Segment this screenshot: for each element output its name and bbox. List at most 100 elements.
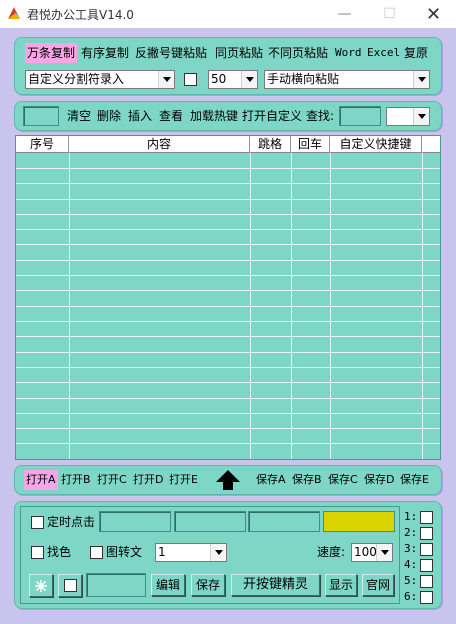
slot-2-label: 2:	[404, 526, 418, 539]
column-tab[interactable]: 跳格	[250, 136, 291, 153]
insert-button[interactable]: 插入	[128, 106, 152, 126]
table-column-line	[250, 153, 251, 459]
ordered-copy-button[interactable]: 有序复制	[81, 43, 129, 63]
edit-button[interactable]: 编辑	[151, 574, 185, 596]
toggle-box-button[interactable]	[58, 574, 82, 597]
save-button[interactable]: 保存	[191, 574, 225, 596]
chevron-down-icon	[413, 71, 429, 88]
slot-1-checkbox[interactable]	[420, 511, 433, 524]
table-row-line	[16, 275, 440, 276]
count-select[interactable]: 50	[208, 70, 258, 89]
view-button[interactable]: 查看	[159, 106, 183, 126]
open-a-button[interactable]: 打开A	[24, 470, 58, 490]
snowflake-icon	[35, 580, 47, 592]
show-button[interactable]: 显示	[325, 574, 357, 596]
count-value: 50	[211, 72, 227, 86]
excel-button[interactable]: Excel	[367, 43, 400, 63]
slot-6-label: 6:	[404, 590, 418, 603]
speed-select[interactable]: 100	[351, 543, 393, 562]
slot-5-label: 5:	[404, 574, 418, 587]
paste-mode-select[interactable]: 手动横向粘贴	[264, 70, 430, 89]
column-enter[interactable]: 回车	[291, 136, 330, 153]
delete-button[interactable]: 删除	[97, 106, 121, 126]
open-b-button[interactable]: 打开B	[61, 470, 91, 490]
bulk-copy-button[interactable]: 万条复制	[25, 43, 78, 63]
chevron-down-icon	[241, 71, 257, 88]
pick-color-label: 找色	[47, 545, 72, 559]
search-input[interactable]	[339, 106, 381, 126]
open-c-button[interactable]: 打开C	[97, 470, 127, 490]
column-index[interactable]: 序号	[16, 136, 69, 153]
timer-label: 定时点击	[47, 515, 96, 529]
website-button[interactable]: 官网	[362, 574, 394, 596]
key-input[interactable]	[86, 573, 146, 597]
column-hotkey[interactable]: 自定义快捷键	[330, 136, 422, 153]
image-to-text-checkbox[interactable]	[90, 546, 103, 559]
slot-2-checkbox[interactable]	[420, 527, 433, 540]
pick-color-checkbox[interactable]	[31, 546, 44, 559]
same-page-paste-button[interactable]: 同页粘贴	[215, 43, 263, 63]
split-mode-value: 自定义分割符录入	[28, 72, 125, 86]
restore-button[interactable]: 复原	[404, 43, 428, 63]
table-row-line	[16, 321, 440, 322]
timer-field-3[interactable]	[248, 511, 320, 532]
chevron-down-icon	[413, 108, 429, 125]
table-row-line	[16, 382, 440, 383]
save-d-button[interactable]: 保存D	[364, 470, 394, 490]
backtick-paste-button[interactable]: 反撇号键粘贴	[135, 43, 207, 63]
color-swatch	[323, 511, 395, 532]
table-row-line	[16, 443, 440, 444]
speed-value: 100	[354, 545, 377, 559]
mode-select[interactable]: 1	[155, 543, 227, 562]
save-c-button[interactable]: 保存C	[328, 470, 358, 490]
split-mode-select[interactable]: 自定义分割符录入	[25, 70, 175, 89]
window-title: 君悦办公工具V14.0	[27, 8, 134, 22]
save-a-button[interactable]: 保存A	[256, 470, 286, 490]
timer-field-1[interactable]	[99, 511, 171, 532]
snowflake-button[interactable]	[29, 574, 53, 597]
speed-label: 速度:	[317, 545, 346, 559]
maximize-button[interactable]: ☐	[367, 0, 412, 28]
slot-4-checkbox[interactable]	[420, 559, 433, 572]
cross-page-paste-button[interactable]: 不同页粘贴	[268, 43, 328, 63]
table-row-line	[16, 428, 440, 429]
table-row-line	[16, 367, 440, 368]
save-e-button[interactable]: 保存E	[400, 470, 429, 490]
status-box	[23, 106, 59, 126]
save-b-button[interactable]: 保存B	[292, 470, 322, 490]
content-table[interactable]: 序号 内容 跳格 回车 自定义快捷键	[15, 135, 441, 460]
table-column-line	[330, 153, 331, 459]
clear-button[interactable]: 清空	[67, 106, 91, 126]
timer-checkbox[interactable]	[31, 516, 44, 529]
option-checkbox[interactable]	[184, 73, 197, 86]
table-row-line	[16, 352, 440, 353]
table-row-line	[16, 229, 440, 230]
load-hotkeys-button[interactable]: 加载热键	[190, 106, 238, 126]
open-wizard-button[interactable]: 开按键精灵	[231, 574, 320, 596]
arrow-up-icon[interactable]	[215, 469, 241, 491]
table-row-line	[16, 199, 440, 200]
slot-5-checkbox[interactable]	[420, 575, 433, 588]
slot-3-checkbox[interactable]	[420, 543, 433, 556]
open-e-button[interactable]: 打开E	[169, 470, 198, 490]
table-row-line	[16, 260, 440, 261]
table-row-line	[16, 413, 440, 414]
word-button[interactable]: Word	[335, 43, 362, 63]
timer-field-2[interactable]	[174, 511, 246, 532]
table-row-line	[16, 459, 440, 460]
slot-4-label: 4:	[404, 558, 418, 571]
chevron-down-icon	[210, 544, 226, 561]
slot-6-checkbox[interactable]	[420, 591, 433, 604]
table-column-line	[291, 153, 292, 459]
open-d-button[interactable]: 打开D	[133, 470, 163, 490]
column-content[interactable]: 内容	[69, 136, 250, 153]
table-row-line	[16, 336, 440, 337]
app-logo-icon	[8, 7, 20, 19]
search-label: 查找:	[306, 109, 335, 123]
search-scope-select[interactable]	[386, 107, 430, 126]
table-header: 序号 内容 跳格 回车 自定义快捷键	[16, 136, 440, 153]
table-row-line	[16, 290, 440, 291]
minimize-button[interactable]: —	[322, 0, 367, 28]
close-button[interactable]: ✕	[411, 0, 456, 28]
open-custom-button[interactable]: 打开自定义	[242, 106, 302, 126]
